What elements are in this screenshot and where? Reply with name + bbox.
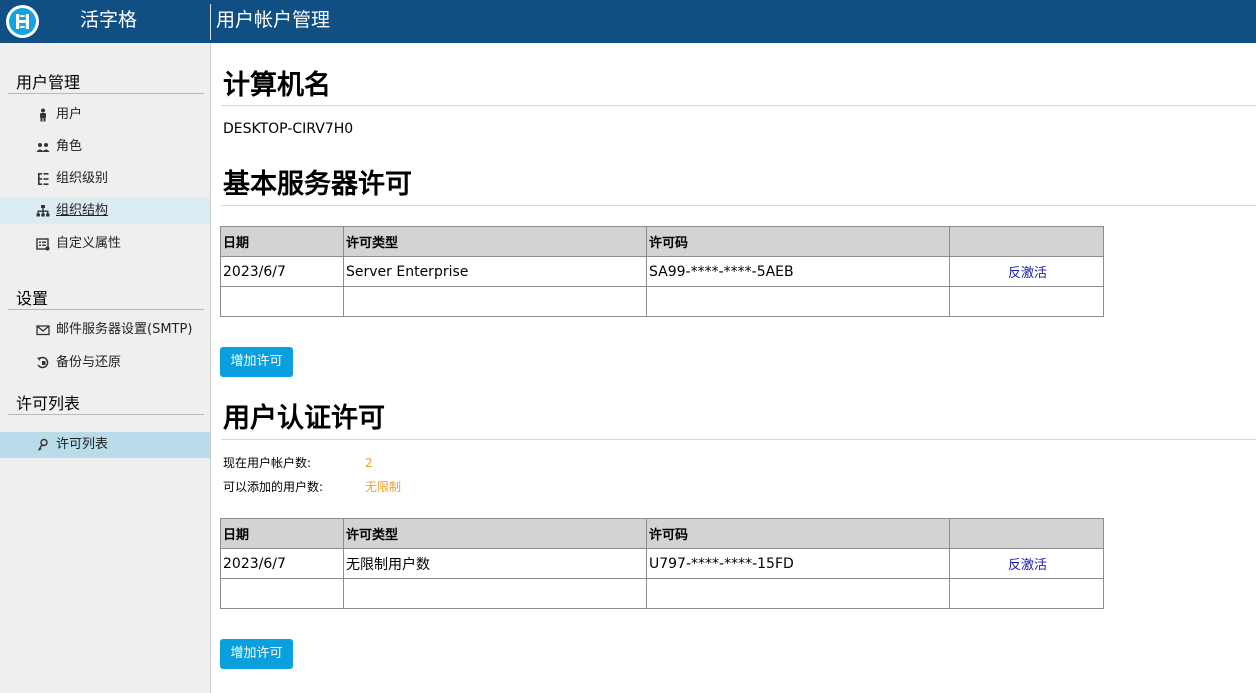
column-header-action xyxy=(949,226,1104,257)
key-icon xyxy=(37,438,48,451)
sidebar-section-user-management: 用户管理 xyxy=(16,73,81,92)
header-divider xyxy=(210,4,211,40)
sidebar-item-org-structure[interactable]: 组织结构 xyxy=(0,198,210,224)
license-date: 2023/6/7 xyxy=(220,256,344,287)
sidebar-item-label: 组织结构 xyxy=(56,203,109,218)
table-header-row: 日期 许可类型 许可码 xyxy=(220,518,1104,549)
license-code: SA99-****-****-5AEB xyxy=(646,256,950,287)
sidebar-item-label: 角色 xyxy=(56,139,83,154)
heading-divider xyxy=(221,439,1256,440)
sidebar-item-smtp[interactable]: 邮件服务器设置(SMTP) xyxy=(0,317,210,343)
top-bar: 活字格 用户帐户管理 xyxy=(0,0,1256,43)
license-type: Server Enterprise xyxy=(343,256,647,287)
sidebar-section-settings: 设置 xyxy=(16,289,49,308)
sidebar-item-label: 备份与还原 xyxy=(56,355,122,370)
sidebar: 用户管理 用户 角色 组织级别 组织结构 自定义属性 设置 邮件服务器设置(SM… xyxy=(0,43,211,693)
addable-users-value: 无限制 xyxy=(365,480,402,494)
add-user-license-button[interactable]: 增加许可 xyxy=(220,639,293,669)
computer-name-heading: 计算机名 xyxy=(223,70,331,101)
main-content: 计算机名 DESKTOP-CIRV7H0 基本服务器许可 日期 许可类型 许可码… xyxy=(211,43,1256,693)
page-title: 用户帐户管理 xyxy=(216,9,331,31)
column-header-license-type: 许可类型 xyxy=(343,226,647,257)
table-header-row: 日期 许可类型 许可码 xyxy=(220,226,1104,257)
column-header-license-code: 许可码 xyxy=(646,518,950,549)
sidebar-item-license-list[interactable]: 许可列表 xyxy=(0,432,210,458)
backup-restore-icon xyxy=(37,356,49,369)
table-row: 2023/6/7 Server Enterprise SA99-****-***… xyxy=(220,256,1104,287)
user-license-heading: 用户认证许可 xyxy=(223,403,385,434)
user-icon xyxy=(40,108,46,122)
sidebar-item-users[interactable]: 用户 xyxy=(0,102,210,128)
table-row-empty xyxy=(220,286,1104,317)
license-code: U797-****-****-15FD xyxy=(646,548,950,579)
table-row-empty xyxy=(220,578,1104,609)
column-header-license-code: 许可码 xyxy=(646,226,950,257)
sidebar-item-roles[interactable]: 角色 xyxy=(0,134,210,160)
license-type: 无限制用户数 xyxy=(343,548,647,579)
column-header-date: 日期 xyxy=(220,518,344,549)
sidebar-item-label: 用户 xyxy=(56,107,83,122)
computer-name-value: DESKTOP-CIRV7H0 xyxy=(223,121,354,137)
sidebar-item-backup-restore[interactable]: 备份与还原 xyxy=(0,350,210,376)
deactivate-link[interactable]: 反激活 xyxy=(949,256,1104,287)
sidebar-section-license-list: 许可列表 xyxy=(16,394,81,413)
sidebar-item-label: 组织级别 xyxy=(56,171,109,186)
section-divider xyxy=(8,414,204,415)
sidebar-item-label: 许可列表 xyxy=(56,437,109,452)
column-header-license-type: 许可类型 xyxy=(343,518,647,549)
sidebar-item-label: 自定义属性 xyxy=(56,236,122,251)
sidebar-item-org-level[interactable]: 组织级别 xyxy=(0,166,210,192)
app-name: 活字格 xyxy=(80,9,138,31)
sidebar-item-label: 邮件服务器设置(SMTP) xyxy=(56,322,193,337)
license-date: 2023/6/7 xyxy=(220,548,344,579)
server-license-heading: 基本服务器许可 xyxy=(223,169,412,200)
current-users-value: 2 xyxy=(365,456,373,470)
org-structure-icon xyxy=(36,205,50,217)
column-header-action xyxy=(949,518,1104,549)
heading-divider xyxy=(221,205,1256,206)
custom-attributes-icon xyxy=(36,238,50,251)
mail-icon xyxy=(36,325,50,336)
roles-icon xyxy=(36,143,50,152)
section-divider xyxy=(8,93,204,94)
heading-divider xyxy=(221,105,1256,106)
server-license-table: 日期 许可类型 许可码 2023/6/7 Server Enterprise S… xyxy=(220,226,1104,317)
org-level-icon xyxy=(38,173,49,185)
sidebar-item-custom-attributes[interactable]: 自定义属性 xyxy=(0,231,210,257)
addable-users-label: 可以添加的用户数: xyxy=(223,480,324,494)
column-header-date: 日期 xyxy=(220,226,344,257)
table-row: 2023/6/7 无限制用户数 U797-****-****-15FD 反激活 xyxy=(220,548,1104,579)
user-license-table: 日期 许可类型 许可码 2023/6/7 无限制用户数 U797-****-**… xyxy=(220,518,1104,609)
app-logo-icon[interactable] xyxy=(6,5,39,38)
deactivate-link[interactable]: 反激活 xyxy=(949,548,1104,579)
section-divider xyxy=(8,309,204,310)
current-users-label: 现在用户帐户数: xyxy=(223,456,312,470)
add-server-license-button[interactable]: 增加许可 xyxy=(220,347,293,377)
